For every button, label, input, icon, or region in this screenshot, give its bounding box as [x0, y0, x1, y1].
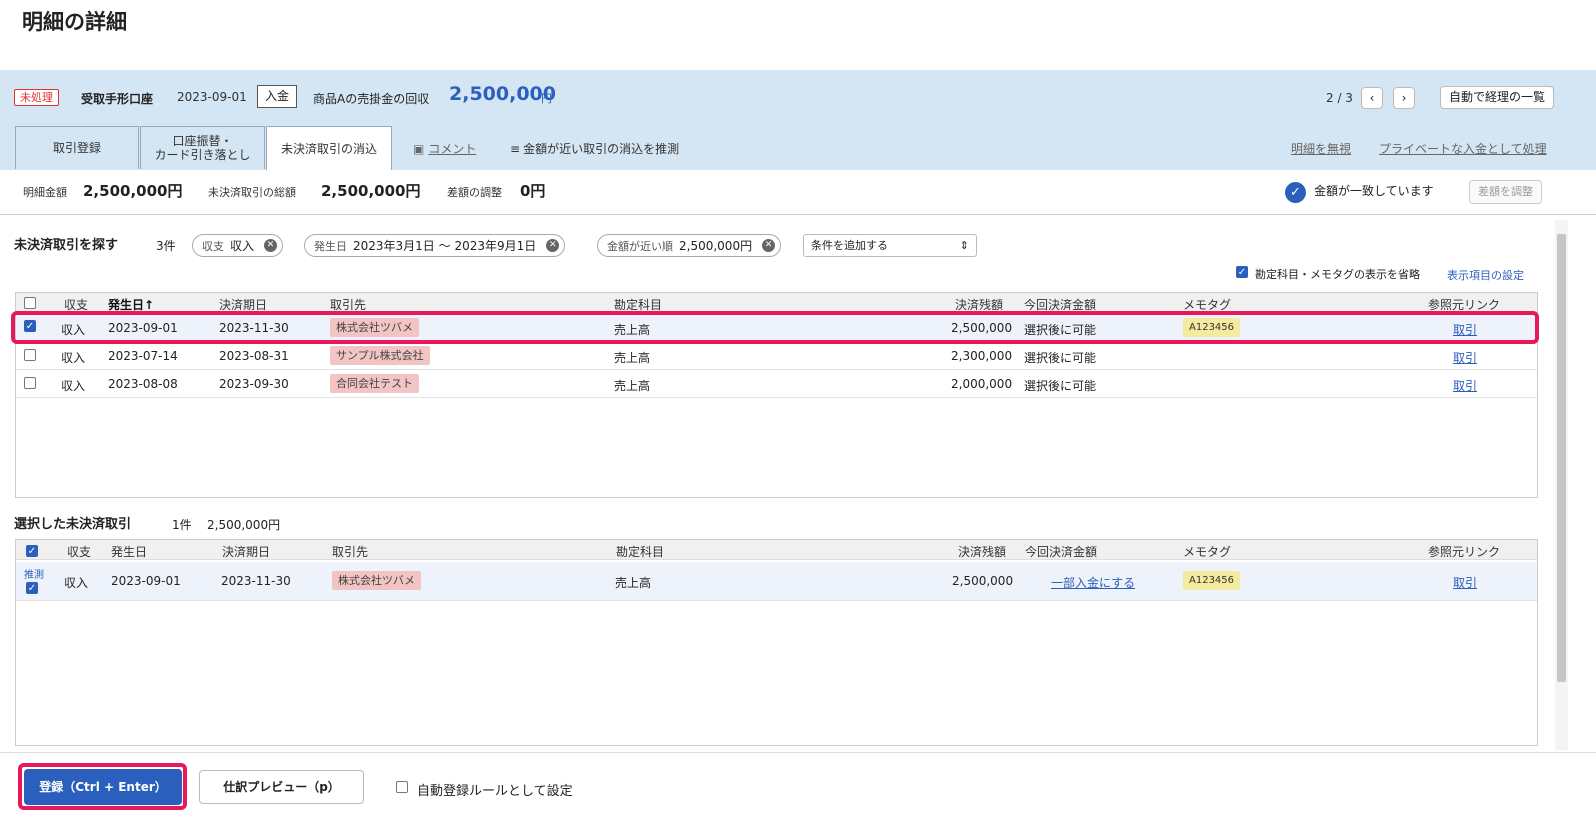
- display-settings-link[interactable]: 表示項目の設定: [1447, 267, 1524, 283]
- cell-io: 収入: [61, 379, 86, 393]
- private-link[interactable]: プライベートな入金として処理: [1379, 140, 1547, 157]
- memo-tag: A123456: [1183, 571, 1241, 590]
- col-this-amount: 今回決済金額: [1025, 545, 1098, 559]
- select-all-checkbox[interactable]: ✓: [26, 545, 38, 557]
- row-checkbox[interactable]: [24, 377, 36, 389]
- omit-label: 勘定科目・メモタグの表示を省略: [1255, 268, 1420, 281]
- diff-label: 差額の調整: [447, 186, 502, 199]
- select-arrows-icon: ⇕: [959, 239, 969, 252]
- cell-io: 収入: [64, 576, 89, 590]
- partner-tag: 合同会社テスト: [330, 374, 419, 393]
- tab-label: 未決済取引の消込: [280, 141, 377, 156]
- cell-issue-date: 2023-07-14: [108, 349, 178, 363]
- adjust-diff-button[interactable]: 差額を調整: [1469, 180, 1542, 204]
- col-ref: 参照元リンク: [1428, 545, 1501, 559]
- guess-label: 推測: [24, 570, 44, 581]
- row-checkbox[interactable]: [24, 349, 36, 361]
- selected-count: 1件: [172, 518, 192, 532]
- cell-balance: 2,000,000: [951, 377, 1013, 391]
- tab-label: 取引登録: [52, 141, 101, 155]
- cell-issue-date: 2023-08-08: [108, 377, 178, 391]
- tab-transfer[interactable]: 口座振替・ カード引き落とし: [140, 126, 265, 169]
- guess-link[interactable]: ≡ 金額が近い取引の消込を推測: [510, 140, 679, 157]
- statement-amount-unit: 円: [541, 92, 552, 105]
- unsettled-total-label: 未決済取引の総額: [208, 186, 296, 199]
- page-title: 明細の詳細: [22, 10, 127, 34]
- highlight-frame: [11, 311, 1539, 344]
- statement-amount-value: 2,500,000円: [83, 182, 183, 200]
- close-icon[interactable]: ✕: [546, 239, 560, 252]
- col-balance: 決済残額: [958, 545, 1007, 559]
- match-text: 金額が一致しています: [1314, 184, 1434, 198]
- next-button[interactable]: ›: [1393, 87, 1415, 109]
- statement-amount-label: 明細金額: [23, 186, 67, 199]
- tab-register[interactable]: 取引登録: [15, 126, 139, 169]
- ref-link[interactable]: 取引: [1453, 349, 1477, 366]
- search-count: 3件: [156, 239, 176, 253]
- check-circle-icon: ✓: [1285, 182, 1306, 203]
- add-condition-select[interactable]: 条件を追加する ⇕: [803, 234, 977, 257]
- prev-button[interactable]: ‹: [1361, 87, 1383, 109]
- cell-account: 売上高: [614, 351, 651, 365]
- pager-text: 2 / 3: [1326, 91, 1353, 105]
- partner-tag: 株式会社ツバメ: [332, 571, 421, 590]
- col-partner: 取引先: [332, 545, 369, 559]
- auto-list-button[interactable]: 自動で経理の一覧: [1440, 86, 1555, 109]
- search-title: 未決済取引を探す: [14, 238, 119, 253]
- filter-chip-amount[interactable]: 金額が近い順 2,500,000円 ✕: [597, 234, 782, 257]
- register-button[interactable]: 登録（Ctrl + Enter）: [24, 769, 182, 805]
- auto-rule-label: 自動登録ルールとして設定: [417, 784, 573, 799]
- statement-amount: 2,500,000: [449, 83, 556, 105]
- cell-this-amount: 選択後に可能: [1024, 379, 1097, 393]
- close-icon[interactable]: ✕: [264, 239, 278, 252]
- statement-date: 2023-09-01: [177, 90, 247, 104]
- status-badge: 未処理: [14, 89, 59, 106]
- scrollbar-thumb[interactable]: [1557, 234, 1566, 682]
- col-io: 収支: [67, 545, 92, 559]
- cell-due-date: 2023-08-31: [219, 349, 289, 363]
- cell-due-date: 2023-11-30: [221, 574, 291, 588]
- filter-chip-io[interactable]: 収支 収入 ✕: [192, 234, 284, 257]
- row-checkbox[interactable]: ✓: [26, 582, 38, 594]
- omit-checkbox[interactable]: ✓: [1236, 266, 1248, 278]
- tab-reconcile[interactable]: 未決済取引の消込: [266, 126, 392, 170]
- ref-link[interactable]: 取引: [1453, 574, 1477, 591]
- ignore-link[interactable]: 明細を無視: [1291, 140, 1351, 157]
- cell-io: 収入: [61, 351, 86, 365]
- direction-badge: 入金: [257, 85, 298, 108]
- select-all-checkbox[interactable]: [24, 297, 36, 309]
- cell-account: 売上高: [614, 379, 651, 393]
- preview-button[interactable]: 仕訳プレビュー（p）: [199, 770, 364, 804]
- col-memo: メモタグ: [1183, 545, 1232, 559]
- sort-up-icon: ↑: [144, 298, 155, 312]
- tab-label: 口座振替・ カード引き落とし: [154, 134, 251, 162]
- cell-due-date: 2023-09-30: [219, 377, 289, 391]
- comment-icon: ▣: [413, 142, 425, 156]
- partial-payment-link[interactable]: 一部入金にする: [1051, 574, 1135, 591]
- ref-link[interactable]: 取引: [1453, 377, 1477, 394]
- close-icon[interactable]: ✕: [762, 239, 776, 252]
- diff-value: 0円: [520, 182, 546, 200]
- cell-account: 売上高: [615, 576, 652, 590]
- selected-title: 選択した未決済取引: [14, 517, 132, 532]
- account-name: 受取手形口座: [81, 92, 154, 106]
- unsettled-total-value: 2,500,000円: [321, 182, 421, 200]
- col-issue-date: 発生日: [111, 545, 148, 559]
- col-due-date: 決済期日: [222, 545, 271, 559]
- cell-issue-date: 2023-09-01: [111, 574, 181, 588]
- col-account: 勘定科目: [616, 545, 665, 559]
- cell-balance: 2,300,000: [951, 349, 1013, 363]
- selected-total: 2,500,000円: [207, 518, 281, 532]
- partner-tag: サンプル株式会社: [330, 346, 430, 365]
- cell-balance: 2,500,000: [952, 574, 1014, 588]
- chevron-left-icon: ‹: [1369, 91, 1375, 105]
- filter-chip-date[interactable]: 発生日 2023年3月1日 〜 2023年9月1日 ✕: [304, 234, 566, 257]
- chevron-right-icon: ›: [1401, 91, 1407, 105]
- auto-rule-checkbox[interactable]: [396, 781, 408, 793]
- comment-link[interactable]: ▣ コメント: [413, 140, 476, 157]
- cell-this-amount: 選択後に可能: [1024, 351, 1097, 365]
- statement-description: 商品Aの売掛金の回収: [313, 92, 430, 106]
- sort-lines-icon: ≡: [510, 142, 521, 156]
